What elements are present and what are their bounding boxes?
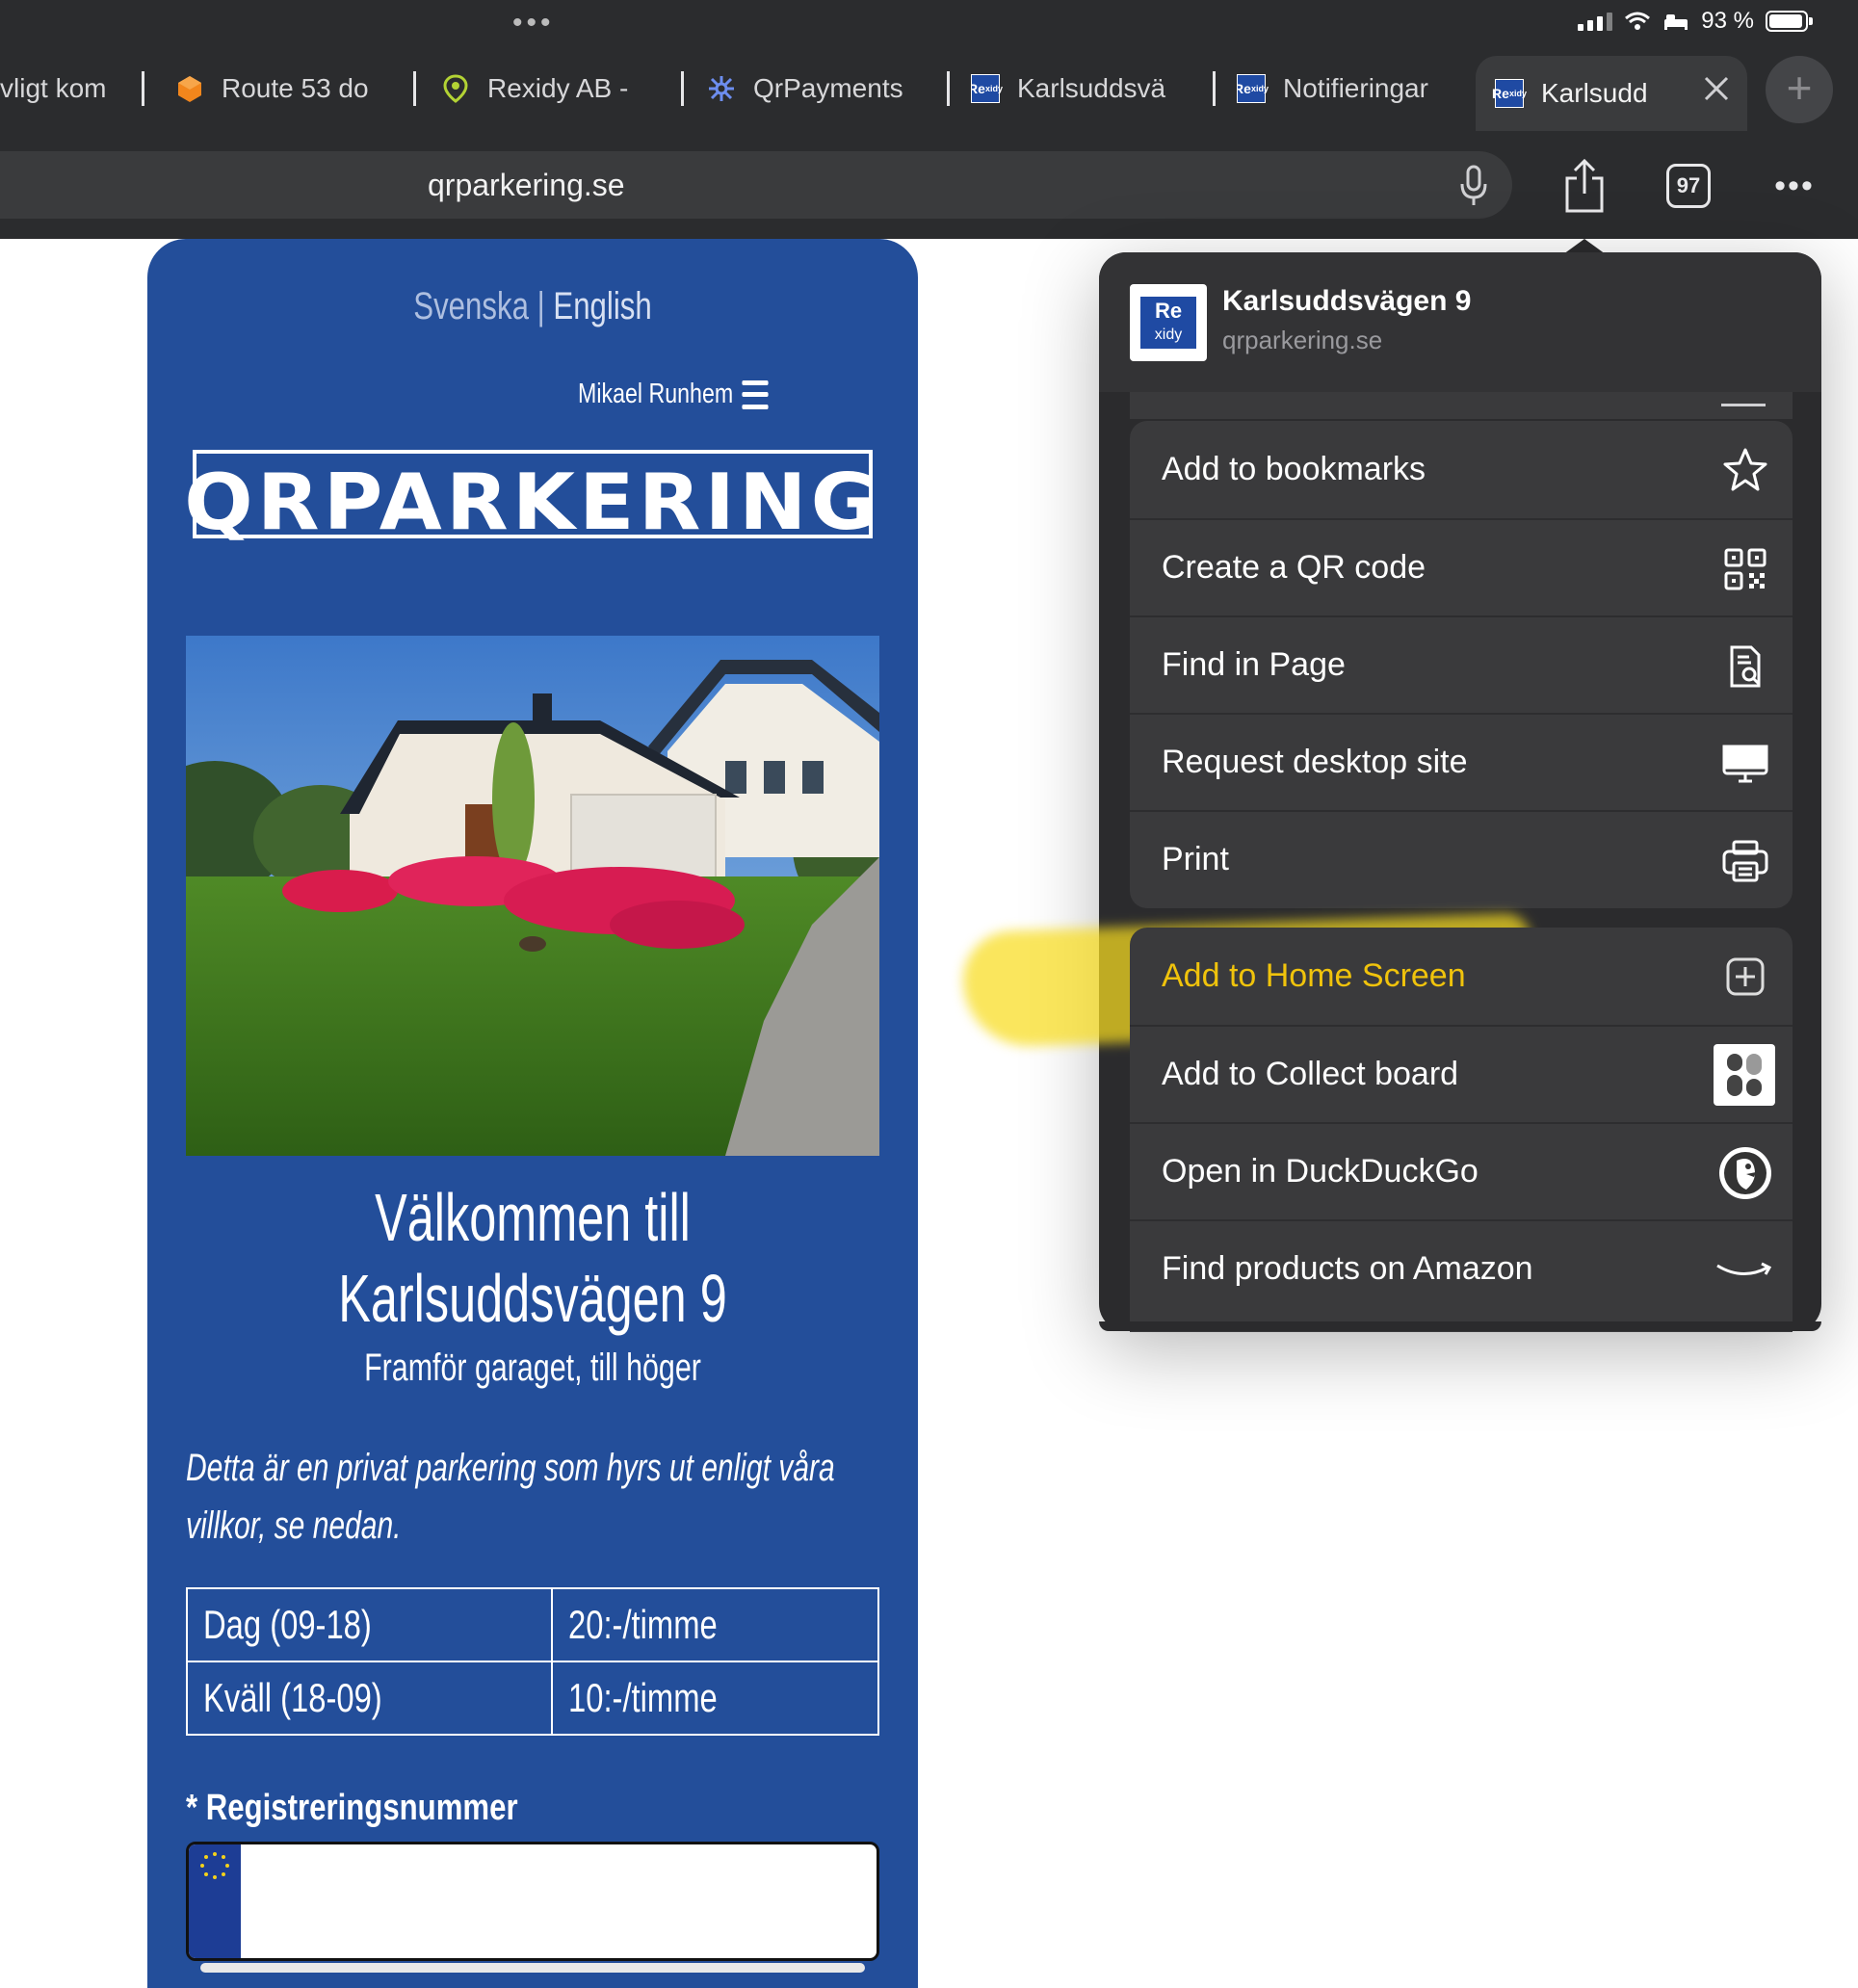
price-table: Dag (09-18) 20:-/timme Kväll (18-09) 10:… (186, 1587, 879, 1736)
price-cell: 10:-/timme (568, 1675, 718, 1720)
tab[interactable]: Re xidy Notifieringar (1237, 56, 1449, 121)
tab[interactable]: QrPayments (707, 56, 950, 121)
logo-text: QRPARKERING (184, 458, 881, 547)
share-title: Karlsuddsvägen 9 (1222, 285, 1472, 317)
tab[interactable]: Route 53 do (175, 56, 416, 121)
printer-icon (1721, 837, 1769, 885)
user-menu[interactable]: Mikael Runhem (578, 379, 769, 410)
print-item[interactable]: Print (1130, 810, 1793, 907)
lang-svenska-link[interactable]: Svenska (413, 285, 529, 327)
price-cell: 20:-/timme (568, 1602, 718, 1647)
period-cell: Dag (09-18) (203, 1602, 372, 1647)
battery-icon (1766, 11, 1813, 32)
tab[interactable]: vligt kom (0, 56, 144, 121)
registration-number-input[interactable] (186, 1842, 879, 1961)
rexidy-icon: Re xidy (1492, 79, 1527, 108)
add-to-home-screen-item[interactable]: Add to Home Screen (1130, 928, 1793, 1025)
duckduckgo-icon (1717, 1145, 1773, 1201)
eu-flag-icon (189, 1844, 241, 1958)
battery-percentage: 93 % (1701, 8, 1754, 34)
table-row: Dag (09-18) 20:-/timme (186, 1587, 879, 1662)
tab-bar: vligt kom Route 53 do Rexidy AB - QrPaym… (0, 56, 1858, 131)
find-in-page-icon (1721, 642, 1769, 691)
share-button[interactable] (1560, 154, 1609, 218)
desktop-icon (1721, 740, 1769, 788)
actions-group-2: Add to Home Screen Add to Collect board … (1130, 928, 1793, 1332)
actions-group-1: Add to bookmarks Create a QR code Find i… (1130, 421, 1793, 908)
rexidy-icon: Re xidy (1237, 74, 1269, 103)
tab-label: Karlsuddsvä (1017, 73, 1166, 103)
qrparkering-logo: QRPARKERING (184, 450, 877, 547)
description: Detta är en privat parkering som hyrs ut… (186, 1447, 835, 1547)
tab-label: vligt kom (0, 73, 107, 103)
map-pin-icon (441, 74, 470, 103)
lang-english-link[interactable]: English (553, 285, 651, 327)
request-desktop-site-item[interactable]: Request desktop site (1130, 713, 1793, 810)
welcome-line-1: Välkommen till (375, 1180, 691, 1255)
find-in-page-item[interactable]: Find in Page (1130, 615, 1793, 713)
add-to-collect-board-item[interactable]: Add to Collect board (1130, 1025, 1793, 1122)
cellular-signal-icon (1578, 12, 1613, 31)
aws-icon (175, 74, 204, 103)
more-options-icon[interactable]: ••• (1770, 154, 1819, 218)
sleep-mode-icon (1664, 14, 1688, 30)
tab-active[interactable]: Re xidy Karlsudd (1476, 56, 1747, 131)
multitasking-dots-icon[interactable]: ••• (512, 9, 555, 38)
qr-code-icon (1721, 545, 1769, 593)
welcome-heading: Välkommen till Karlsuddsvägen 9 (255, 1177, 810, 1339)
create-qr-code-item[interactable]: Create a QR code (1130, 518, 1793, 615)
new-tab-button[interactable]: + (1766, 56, 1833, 123)
tab[interactable]: Rexidy AB - (441, 56, 684, 121)
wifi-icon (1625, 12, 1651, 30)
browser-chrome: ••• 93 % vligt kom Route 53 do Rexidy AB… (0, 0, 1858, 239)
share-sheet-header: Re xidy Karlsuddsvägen 9 qrparkering.se (1099, 252, 1821, 392)
tab-overview-button[interactable]: 97 (1664, 154, 1713, 218)
subtitle: Framför garaget, till höger (364, 1347, 701, 1389)
find-products-on-amazon-item[interactable]: Find products on Amazon (1130, 1219, 1793, 1317)
microphone-icon[interactable] (1459, 165, 1488, 207)
open-in-duckduckgo-item[interactable]: Open in DuckDuckGo (1130, 1122, 1793, 1219)
tab[interactable]: Re xidy Karlsuddsvä (971, 56, 1216, 121)
lang-separator: | (528, 285, 554, 327)
status-bar: 93 % (1578, 8, 1813, 35)
hamburger-menu-icon[interactable] (742, 379, 769, 409)
close-tab-icon[interactable] (1703, 75, 1730, 102)
address-bar[interactable]: qrparkering.se (0, 151, 1512, 219)
tab-label: Karlsudd (1541, 78, 1648, 108)
share-url: qrparkering.se (1222, 326, 1383, 354)
table-row: Kväll (18-09) 10:-/timme (186, 1661, 879, 1736)
add-to-bookmarks-item[interactable]: Add to bookmarks (1130, 421, 1793, 518)
tab-count: 97 (1666, 164, 1711, 208)
language-switcher: Svenska | English (232, 285, 833, 328)
welcome-line-2: Karlsuddsvägen 9 (338, 1261, 727, 1336)
registration-label: * Registreringsnummer (186, 1788, 518, 1828)
tab-label: Rexidy AB - (487, 73, 629, 103)
period-cell: Kväll (18-09) (203, 1675, 382, 1720)
url-text: qrparkering.se (428, 168, 625, 202)
scroll-indicator (200, 1963, 865, 1973)
tab-label: QrPayments (753, 73, 903, 103)
user-name: Mikael Runhem (578, 379, 734, 409)
collect-board-icon (1714, 1044, 1775, 1106)
tab-label: Route 53 do (222, 73, 369, 103)
qrpayments-icon (707, 74, 736, 103)
share-icon (1565, 159, 1604, 213)
amazon-smile-icon (1714, 1246, 1775, 1295)
garage-photo (186, 636, 879, 1156)
add-square-icon (1721, 953, 1769, 1001)
star-icon (1721, 446, 1769, 494)
tab-label: Notifieringar (1283, 73, 1428, 103)
rexidy-icon: Re xidy (971, 74, 1003, 103)
rexidy-app-icon: Re xidy (1130, 284, 1207, 361)
